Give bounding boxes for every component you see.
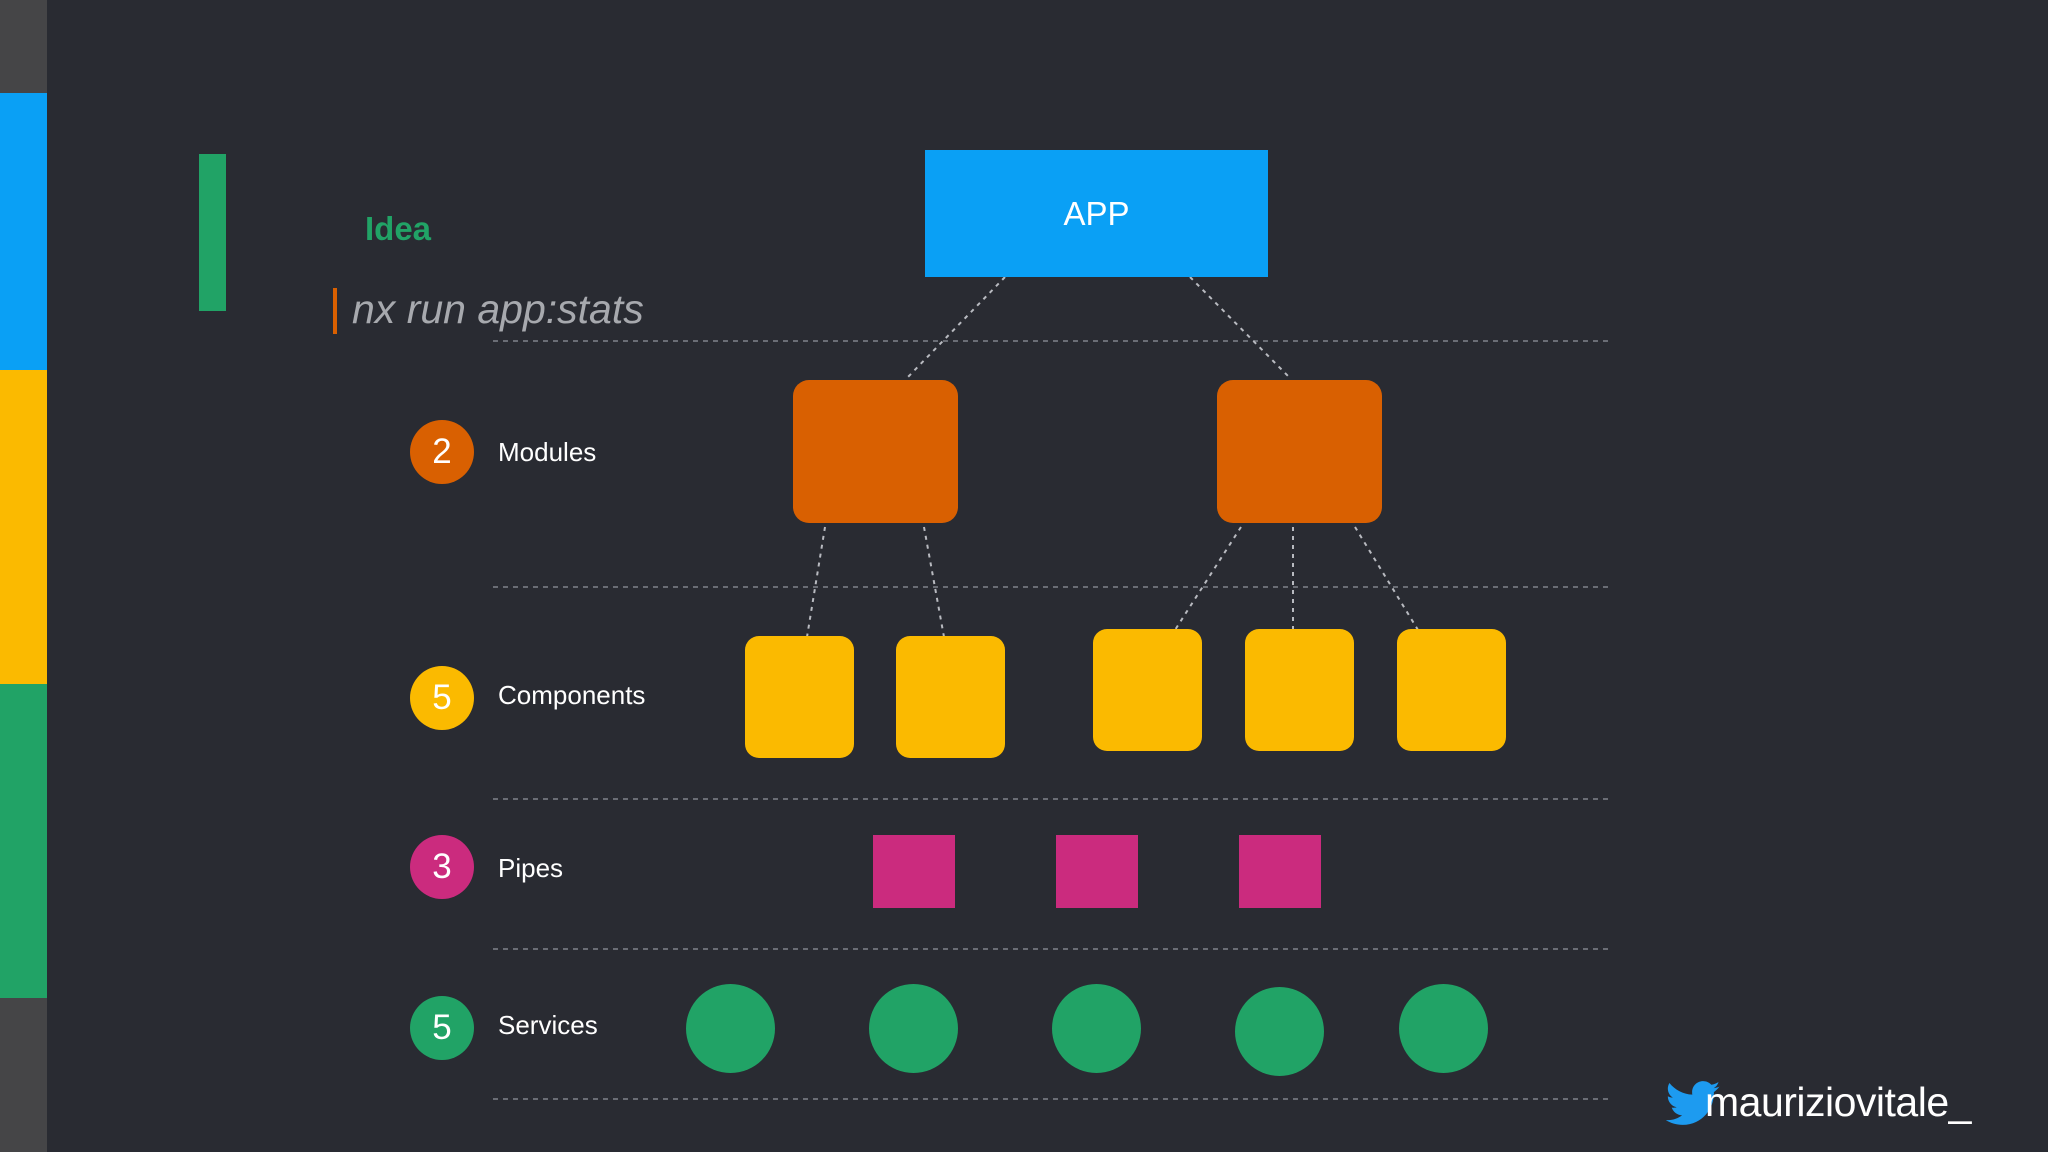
service-node <box>1399 984 1488 1073</box>
pipe-node <box>1056 835 1138 908</box>
modules-label: Modules <box>498 437 597 467</box>
component-node <box>1397 629 1506 751</box>
components-label: Components <box>498 680 646 710</box>
app-label: APP <box>1063 194 1130 232</box>
pipe-node <box>1239 835 1321 908</box>
connector-line <box>923 526 945 638</box>
services-count-badge: 5 <box>410 996 474 1060</box>
connector-line <box>1354 526 1419 631</box>
component-node <box>1245 629 1354 751</box>
app-node: APP <box>925 150 1268 277</box>
connector-line <box>906 276 1006 379</box>
modules-count-badge: 2 <box>410 420 474 484</box>
pipes-count-badge: 3 <box>410 835 474 899</box>
pipe-node <box>873 835 955 908</box>
module-node <box>1217 380 1382 523</box>
service-node <box>1052 984 1141 1073</box>
services-label: Services <box>498 1010 598 1040</box>
component-node <box>745 636 854 758</box>
connector-line <box>1174 526 1242 631</box>
components-count-badge: 5 <box>410 666 474 730</box>
module-node <box>793 380 958 523</box>
pipes-label: Pipes <box>498 853 564 883</box>
twitter-handle: mauriziovitale_ <box>1705 1079 1971 1125</box>
service-node <box>1235 987 1324 1076</box>
component-node <box>1093 629 1202 751</box>
service-node <box>869 984 958 1073</box>
service-node <box>686 984 775 1073</box>
connector-line <box>806 526 826 638</box>
component-node <box>896 636 1005 758</box>
connector-line <box>1189 276 1291 379</box>
